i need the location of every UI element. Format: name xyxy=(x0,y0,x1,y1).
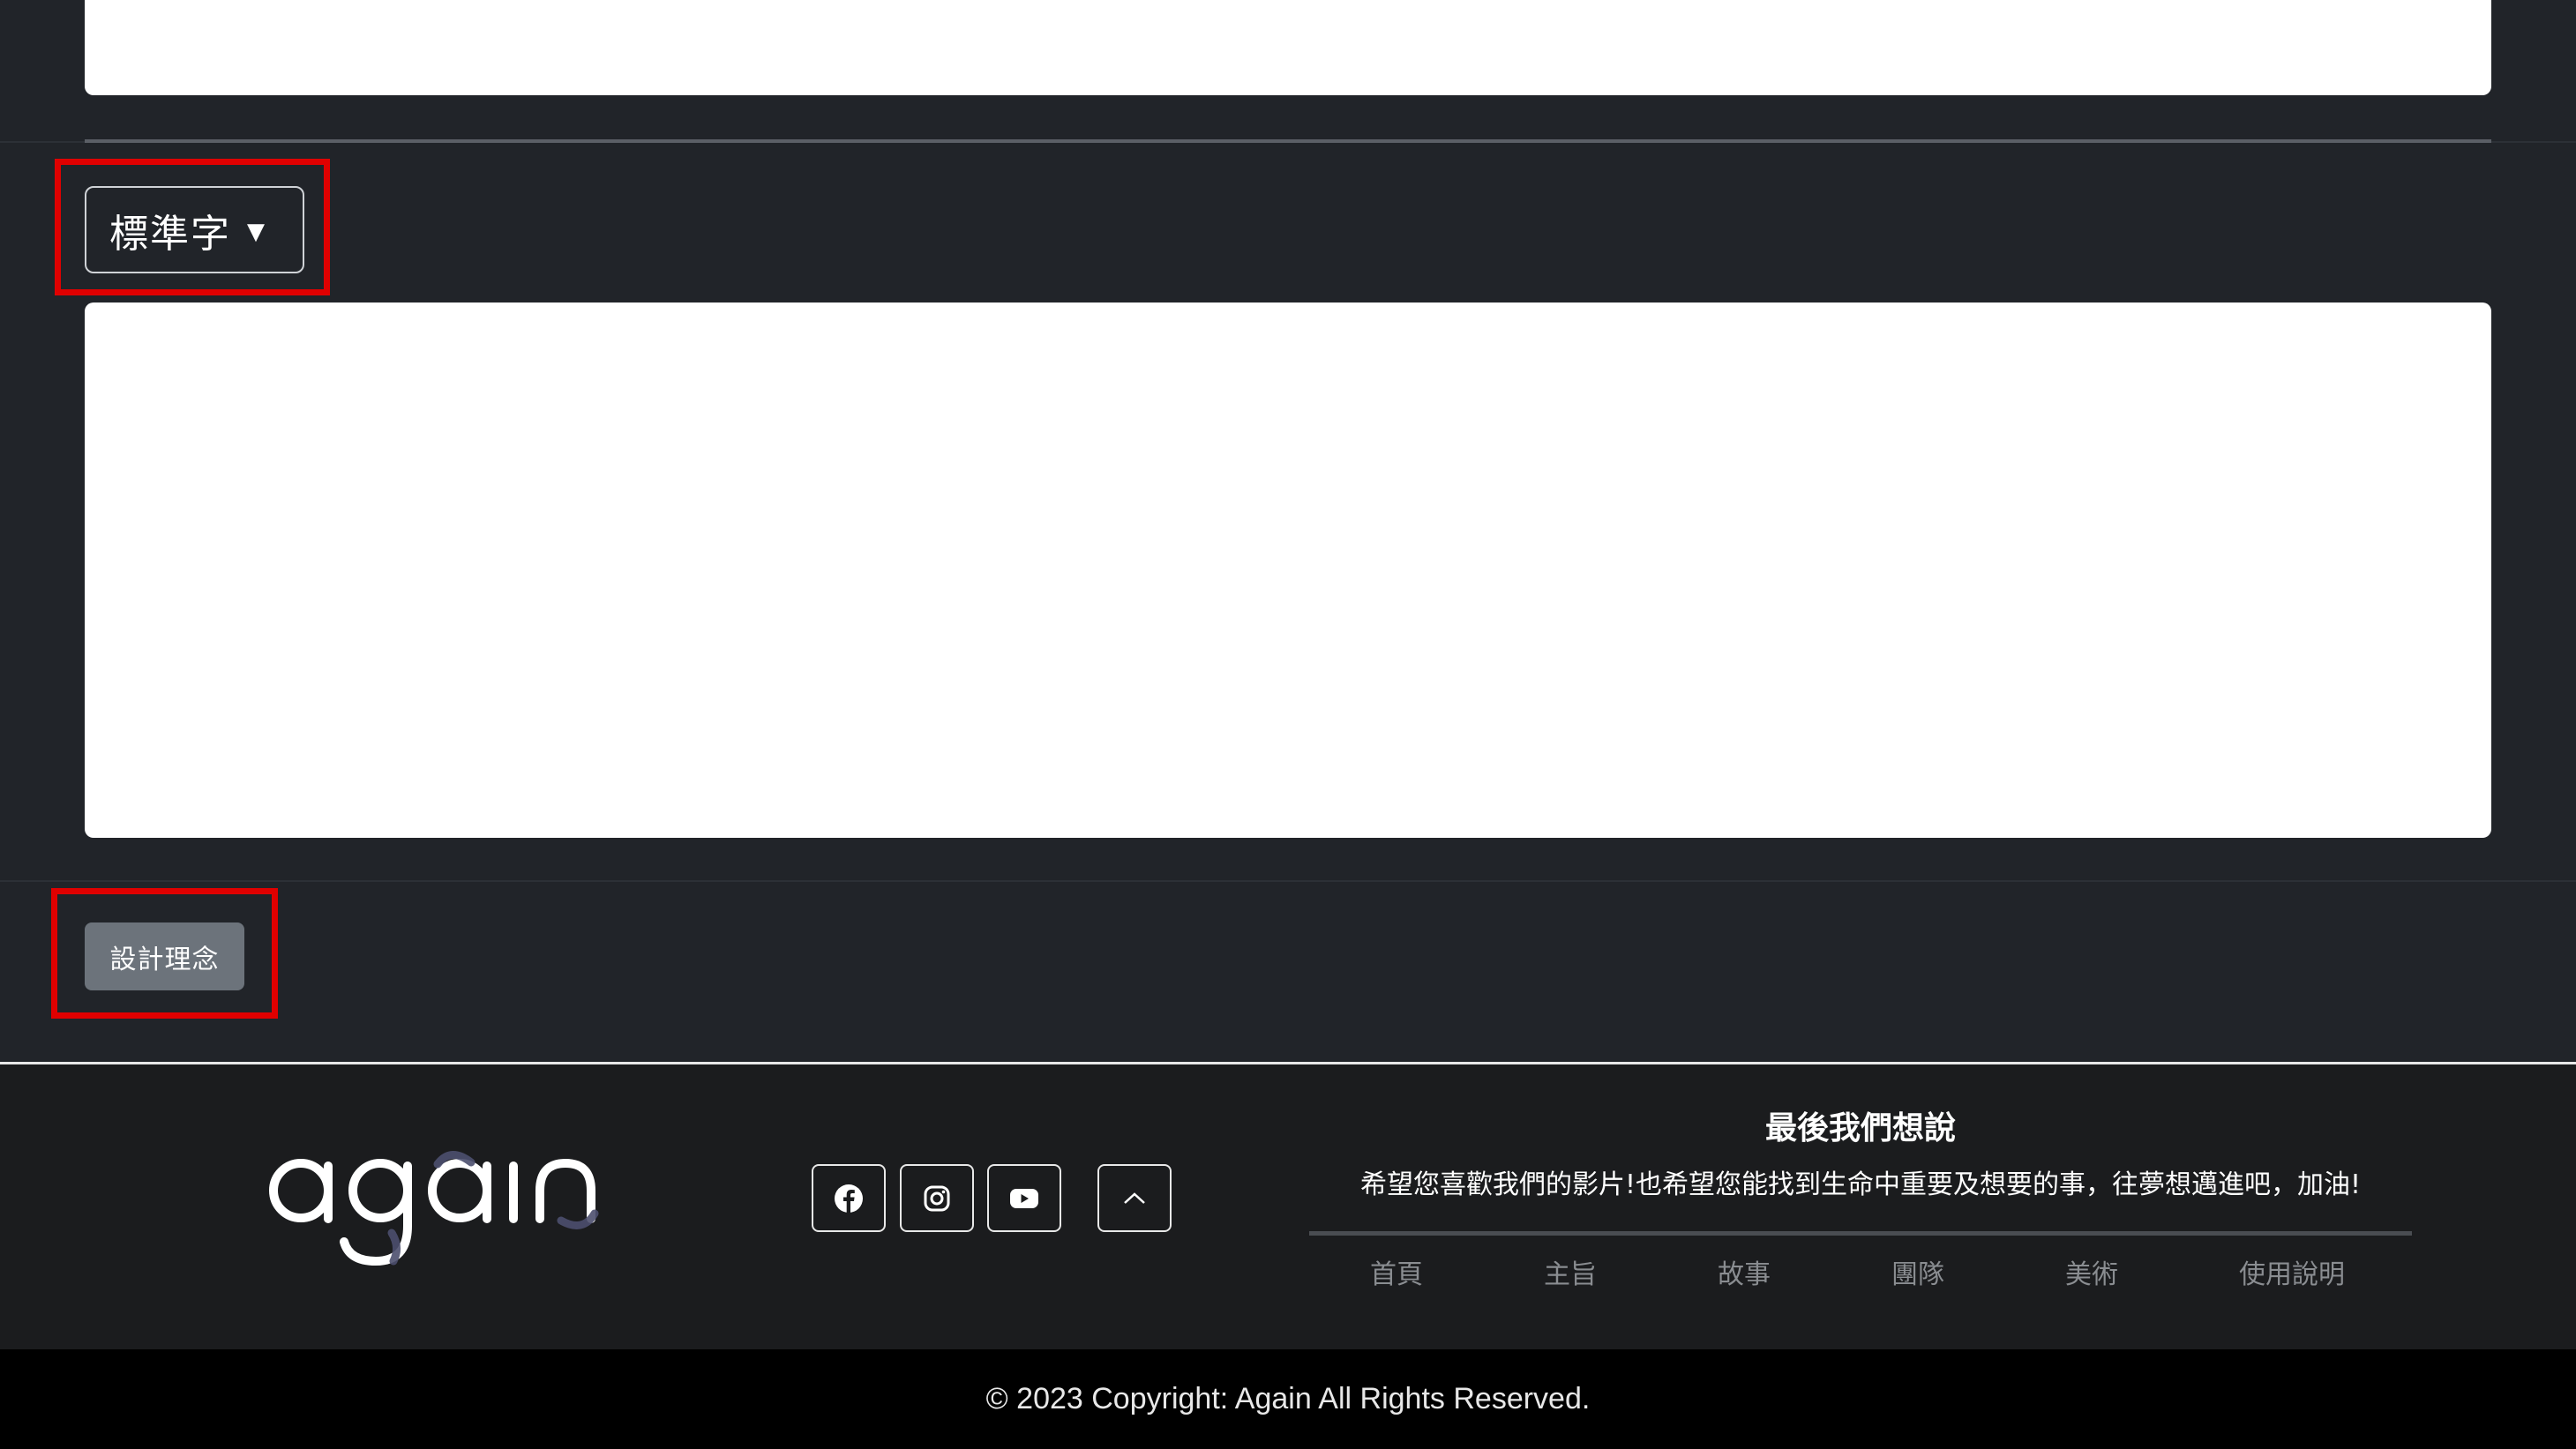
instagram-icon xyxy=(924,1185,950,1211)
youtube-button[interactable] xyxy=(987,1164,1061,1232)
footer-divider xyxy=(1309,1231,2412,1236)
copyright-bar: © 2023 Copyright: Again All Rights Reser… xyxy=(0,1349,2576,1449)
footer-link-purpose[interactable]: 主旨 xyxy=(1544,1252,1597,1291)
copyright-text: © 2023 Copyright: Again All Rights Reser… xyxy=(985,1382,1591,1415)
facebook-button[interactable] xyxy=(812,1164,886,1232)
instagram-button[interactable] xyxy=(900,1164,974,1232)
section-divider-2 xyxy=(0,880,2576,882)
again-logo[interactable] xyxy=(261,1129,605,1296)
footer-link-story[interactable]: 故事 xyxy=(1718,1252,1771,1291)
font-style-dropdown[interactable]: 標準字 ▼ xyxy=(85,186,304,273)
footer-link-instructions[interactable]: 使用說明 xyxy=(2239,1252,2345,1291)
footer-message: 希望您喜歡我們的影片!也希望您能找到生命中重要及想要的事，往夢想邁進吧，加油! xyxy=(1359,1169,2362,1200)
caret-down-icon: ▼ xyxy=(247,218,265,245)
panel-divider xyxy=(85,139,2491,143)
footer-link-home[interactable]: 首頁 xyxy=(1370,1252,1423,1291)
back-to-top-button[interactable] xyxy=(1097,1164,1172,1232)
facebook-icon xyxy=(835,1184,863,1213)
text-display-area[interactable] xyxy=(85,302,2491,838)
page: 標準字 ▼ 設計理念 最後我們想說 希望您喜歡我們的影片!也希望您能找到生命中重… xyxy=(0,0,2576,1449)
footer-link-art[interactable]: 美術 xyxy=(2065,1252,2118,1291)
chevron-up-icon xyxy=(1124,1191,1145,1204)
font-style-selected: 標準字 xyxy=(109,211,231,257)
footer-link-team[interactable]: 團隊 xyxy=(1891,1252,1944,1291)
design-concept-button[interactable]: 設計理念 xyxy=(85,922,244,990)
youtube-icon xyxy=(1010,1188,1038,1208)
top-content-panel xyxy=(85,0,2491,95)
footer-title: 最後我們想說 xyxy=(1764,1110,1956,1147)
